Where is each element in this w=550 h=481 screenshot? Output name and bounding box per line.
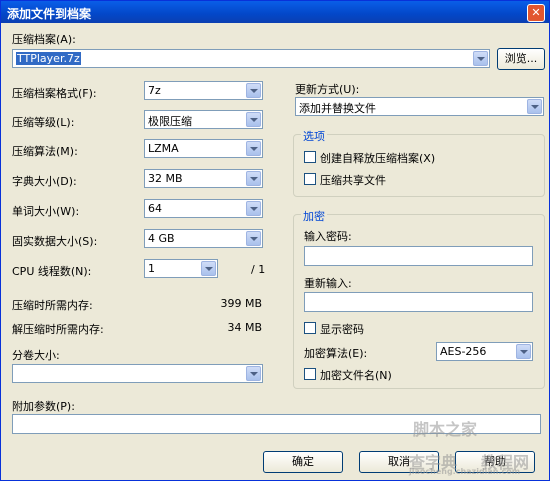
chevron-down-icon[interactable] xyxy=(246,201,261,216)
solid-select[interactable]: 4 GB xyxy=(144,229,263,248)
archive-path-value[interactable]: TTPlayer.7z xyxy=(16,52,81,65)
watermark-logo: 脚本之家 xyxy=(413,420,478,439)
volume-select[interactable] xyxy=(12,364,263,383)
chevron-down-icon[interactable] xyxy=(246,112,261,127)
options-group: 选项 创建自释放压缩档案(X) 压缩共享文件 xyxy=(293,128,545,197)
format-value: 7z xyxy=(148,84,161,97)
cpu-label: CPU 线程数(N): xyxy=(12,265,92,278)
level-select[interactable]: 极限压缩 xyxy=(144,110,263,129)
encrypt-filenames-checkbox[interactable] xyxy=(304,368,316,380)
word-select[interactable]: 64 xyxy=(144,199,263,218)
archive-label: 压缩档案(A): xyxy=(12,33,76,46)
add-to-archive-dialog: 添加文件到档案 ✕ 压缩档案(A): TTPlayer.7z 浏览... 压缩档… xyxy=(0,0,550,481)
shared-files-label[interactable]: 压缩共享文件 xyxy=(320,172,386,188)
chevron-down-icon[interactable] xyxy=(201,261,216,276)
sfx-checkbox[interactable] xyxy=(304,151,316,163)
reenter-password-input[interactable] xyxy=(304,292,533,312)
show-password-label[interactable]: 显示密码 xyxy=(320,321,364,337)
volume-label: 分卷大小: xyxy=(12,349,60,362)
ok-button[interactable]: 确定 xyxy=(263,451,343,473)
method-select[interactable]: LZMA xyxy=(144,139,263,158)
method-value: LZMA xyxy=(148,142,179,155)
reenter-label: 重新输入: xyxy=(304,277,352,290)
mem-decompress-label: 解压缩时所需内存: xyxy=(12,323,104,336)
word-value: 64 xyxy=(148,202,162,215)
cpu-max: / 1 xyxy=(251,263,266,276)
solid-value: 4 GB xyxy=(148,232,175,245)
window-title: 添加文件到档案 xyxy=(7,7,92,21)
chevron-down-icon[interactable] xyxy=(246,366,261,381)
encryption-method-select[interactable]: AES-256 xyxy=(436,342,533,361)
dict-label: 字典大小(D): xyxy=(12,175,77,188)
encryption-method-value: AES-256 xyxy=(440,345,487,358)
solid-label: 固实数据大小(S): xyxy=(12,235,98,248)
format-select[interactable]: 7z xyxy=(144,81,263,100)
chevron-down-icon[interactable] xyxy=(246,171,261,186)
mem-compress-value: 399 MB xyxy=(220,297,262,310)
update-value: 添加并替换文件 xyxy=(299,102,376,115)
params-label: 附加参数(P): xyxy=(12,400,75,413)
show-password-checkbox[interactable] xyxy=(304,322,316,334)
method-label: 压缩算法(M): xyxy=(12,145,78,158)
encryption-group: 加密 输入密码: 重新输入: 显示密码 加密算法(E): AES-256 加密文… xyxy=(293,208,545,389)
chevron-down-icon[interactable] xyxy=(246,231,261,246)
options-title: 选项 xyxy=(301,128,327,144)
encryption-title: 加密 xyxy=(301,208,327,224)
cpu-value: 1 xyxy=(148,262,155,275)
title-bar: 添加文件到档案 ✕ xyxy=(1,1,549,23)
mem-decompress-value: 34 MB xyxy=(227,321,262,334)
mem-compress-label: 压缩时所需内存: xyxy=(12,299,93,312)
level-value: 极限压缩 xyxy=(148,115,192,128)
password-input[interactable] xyxy=(304,246,533,266)
close-button[interactable]: ✕ xyxy=(527,4,545,22)
watermark-url: jiaocheng.chazidian.com xyxy=(409,467,521,476)
archive-path-combo[interactable]: TTPlayer.7z xyxy=(12,49,490,68)
update-label: 更新方式(U): xyxy=(295,83,360,96)
dict-select[interactable]: 32 MB xyxy=(144,169,263,188)
chevron-down-icon[interactable] xyxy=(527,99,542,114)
word-label: 单词大小(W): xyxy=(12,205,80,218)
format-label: 压缩档案格式(F): xyxy=(12,87,97,100)
chevron-down-icon[interactable] xyxy=(246,83,261,98)
cpu-select[interactable]: 1 xyxy=(144,259,218,278)
dict-value: 32 MB xyxy=(148,172,183,185)
browse-button[interactable]: 浏览... xyxy=(497,48,545,70)
shared-files-checkbox[interactable] xyxy=(304,173,316,185)
level-label: 压缩等级(L): xyxy=(12,116,75,129)
password-label: 输入密码: xyxy=(304,230,352,243)
chevron-down-icon[interactable] xyxy=(516,344,531,359)
chevron-down-icon[interactable] xyxy=(246,141,261,156)
sfx-label[interactable]: 创建自释放压缩档案(X) xyxy=(320,150,435,166)
encryption-method-label: 加密算法(E): xyxy=(304,347,368,360)
chevron-down-icon[interactable] xyxy=(473,51,488,66)
update-select[interactable]: 添加并替换文件 xyxy=(295,97,544,116)
encrypt-filenames-label[interactable]: 加密文件名(N) xyxy=(320,367,392,383)
